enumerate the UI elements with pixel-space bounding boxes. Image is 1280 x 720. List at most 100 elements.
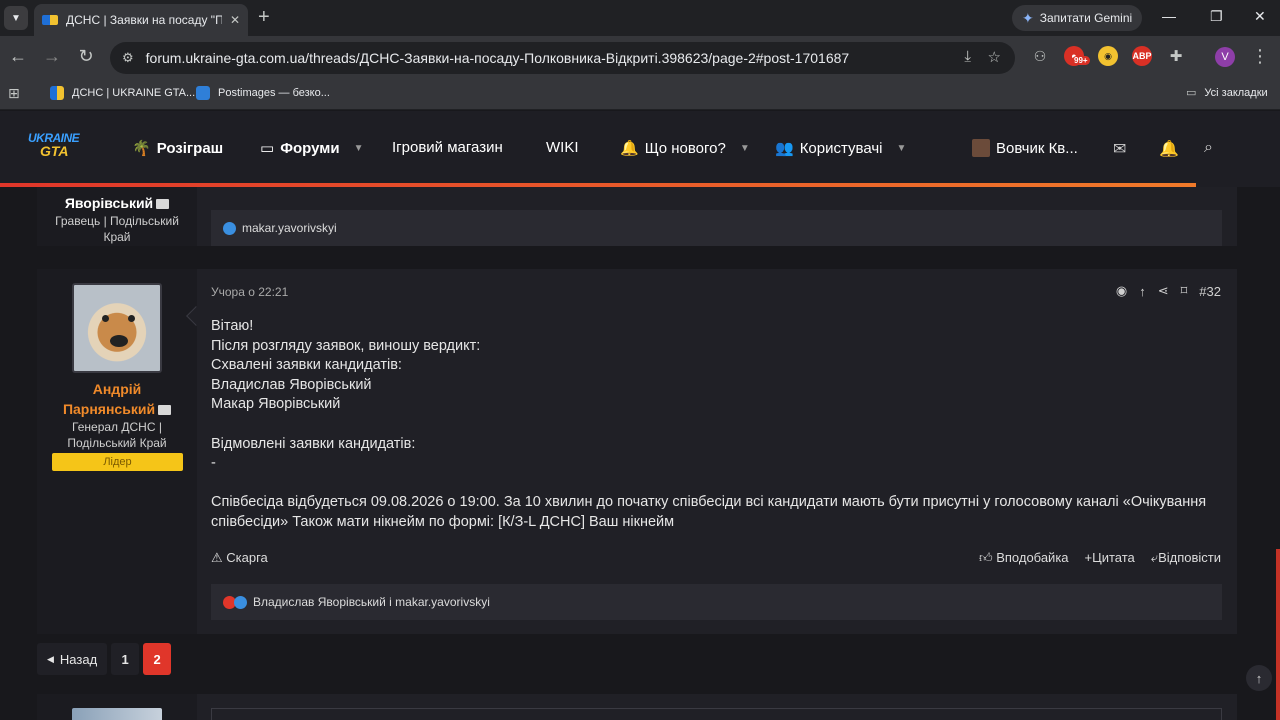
extensions-puzzle-icon[interactable]: ✚ <box>1166 46 1186 66</box>
chevron-down-icon[interactable]: ▼ <box>897 143 907 154</box>
install-app-icon[interactable]: ⤓ <box>964 48 971 65</box>
pagination-back-button[interactable]: ◀ Назад <box>37 643 108 675</box>
window-close-button[interactable]: ✕ <box>1254 8 1266 25</box>
ask-gemini-button[interactable]: ✦ Запитати Gemini <box>1012 5 1143 31</box>
warning-icon: ⚠ <box>211 550 223 565</box>
browser-tab-active[interactable]: ДСНС | Заявки на посаду "Полкон ✕ <box>34 4 248 36</box>
new-tab-button[interactable]: + <box>258 6 270 28</box>
plus-icon: + <box>1084 550 1093 565</box>
site-logo[interactable]: UKRAINE GTA <box>28 131 90 167</box>
post-line: Макар Яворівський <box>211 396 341 413</box>
back-label: Назад <box>59 651 98 667</box>
bookmark-label: Postimages — безко... <box>218 87 330 99</box>
username-link[interactable]: Яворівський <box>37 195 197 211</box>
post-number[interactable]: #32 <box>1199 284 1221 299</box>
thumbs-up-icon: 👍︎ <box>978 550 993 565</box>
inbox-icon[interactable]: ✉ <box>1113 139 1126 159</box>
nav-shop-label: Ігровий магазин <box>392 139 503 156</box>
reply-editor[interactable] <box>211 708 1222 720</box>
chat-bubble-icon: ▭ <box>260 140 275 157</box>
reactions-bar[interactable]: makar.yavorivskyi <box>211 210 1222 246</box>
minimize-button[interactable]: — <box>1162 8 1176 24</box>
report-button[interactable]: ⚠ Скарга <box>211 550 268 566</box>
post-line: Владислав Яворівський <box>211 376 372 393</box>
search-icon[interactable]: ⌕ <box>1204 139 1213 157</box>
quote-button[interactable]: +Цитата <box>1085 550 1135 566</box>
post-user-column: Андрій Парнянський Генерал ДСНС | Поділь… <box>37 269 197 634</box>
scroll-to-top-button[interactable]: ↑ <box>1246 665 1272 691</box>
close-icon[interactable]: ✕ <box>230 13 240 27</box>
author-last-name: Парнянський <box>62 401 156 417</box>
nav-users[interactable]: 👥 Користувачі ▼ <box>775 139 907 158</box>
post-line: Відмовлені заявки кандидатів: <box>211 435 416 452</box>
notification-badge: 99+ <box>1072 56 1090 65</box>
mail-icon <box>156 199 170 210</box>
bookmark-icon[interactable]: ⌑ <box>1181 283 1188 299</box>
site-info-icon[interactable]: ⚙ <box>122 50 134 66</box>
profile-avatar[interactable]: V <box>1215 47 1235 67</box>
gemini-icon: ✦ <box>1022 9 1034 26</box>
bookmark-star-icon[interactable]: ☆ <box>988 48 1001 66</box>
chevron-down-icon[interactable]: ▼ <box>354 143 364 154</box>
nav-wiki[interactable]: WIKI <box>546 139 579 156</box>
next-post <box>37 694 1237 720</box>
page-link-current[interactable]: 2 <box>143 643 172 675</box>
page-link[interactable]: 1 <box>111 643 140 675</box>
adblock-label: ABP <box>1132 51 1152 61</box>
nav-giveaway[interactable]: 🌴 Розіграш <box>132 139 223 158</box>
nav-shop[interactable]: Ігровий магазин <box>392 139 503 156</box>
account-menu[interactable]: Вовчик Кв... <box>972 139 1078 157</box>
reactions-text: Владислав Яворівський і makar.yavorivsky… <box>253 595 490 609</box>
bookmark-item[interactable]: Postimages — безко... <box>196 86 330 100</box>
avatar[interactable] <box>72 283 162 373</box>
quote-label: Цитата <box>1092 550 1135 565</box>
nav-users-label: Користувачі <box>799 139 883 157</box>
like-button[interactable]: 👍︎ Вподобайка <box>979 550 1069 566</box>
reply-button[interactable]: ⤶Відповісти <box>1151 550 1221 566</box>
folder-icon: ▭ <box>1186 87 1197 99</box>
reload-icon[interactable]: ↻ <box>74 46 98 67</box>
post-line <box>211 474 1231 494</box>
alerts-bell-icon[interactable]: 🔔 <box>1159 139 1179 159</box>
site-favicon-icon <box>42 15 58 25</box>
arrow-up-icon[interactable]: ↑ <box>1139 284 1146 299</box>
apps-grid-icon[interactable]: ⊞ <box>8 85 20 102</box>
logo-text-bottom: GTA <box>40 143 69 159</box>
post-timestamp[interactable]: Учора о 22:21 <box>211 285 288 299</box>
chevron-down-icon[interactable]: ▼ <box>740 143 750 154</box>
reactions-bar[interactable]: Владислав Яворівський і makar.yavorivsky… <box>211 584 1222 620</box>
tab-title: ДСНС | Заявки на посаду "Полкон <box>66 13 222 27</box>
next-post-user-column <box>37 694 197 720</box>
post-line: Схвалені заявки кандидатів: <box>211 357 402 374</box>
nav-forums-label: Форуми <box>280 139 340 157</box>
pagination: ◀ Назад 1 2 <box>37 643 172 675</box>
maximize-button[interactable]: ❐ <box>1210 8 1223 25</box>
avatar[interactable] <box>72 708 162 720</box>
share-icon[interactable]: ⋖ <box>1158 283 1169 299</box>
extension-icon[interactable]: ⚇ <box>1030 46 1050 66</box>
extension-icon[interactable]: ◉ <box>1098 46 1118 66</box>
previous-post: Яворівський Гравець | Подільський Край m… <box>37 187 1237 246</box>
bookmark-item[interactable]: ДСНС | UKRAINE GTA... <box>50 86 195 100</box>
url-text: forum.ukraine-gta.com.ua/threads/ДСНС-За… <box>145 50 850 66</box>
address-bar[interactable]: ⚙ forum.ukraine-gta.com.ua/threads/ДСНС-… <box>110 42 1015 74</box>
bookmark-label: ДСНС | UKRAINE GTA... <box>72 87 196 99</box>
tab-search-button[interactable]: ▼ <box>4 6 28 30</box>
author-last-name-row[interactable]: Парнянський <box>37 401 197 417</box>
post-tools: ◉ ↑ ⋖ ⌑ #32 <box>1116 283 1221 299</box>
browser-tab-bar: ▼ ДСНС | Заявки на посаду "Полкон ✕ + ✦ … <box>0 0 1280 36</box>
forward-arrow-icon[interactable]: → <box>40 46 64 67</box>
back-arrow-icon[interactable]: ← <box>6 46 30 67</box>
nav-forums[interactable]: ▭ Форуми ▼ <box>260 139 364 158</box>
extension-icon[interactable]: ●99+ <box>1064 46 1090 66</box>
chevron-circle-icon[interactable]: ◉ <box>1116 283 1127 299</box>
leader-badge: Лідер <box>52 453 183 471</box>
author-first-name[interactable]: Андрій <box>37 381 197 397</box>
adblock-plus-icon[interactable]: ABP <box>1132 46 1152 66</box>
bookmarks-bar: ⊞ ДСНС | UKRAINE GTA... Postimages — без… <box>0 80 1280 110</box>
account-username: Вовчик Кв... <box>996 139 1078 157</box>
scrollbar-thumb[interactable] <box>1276 549 1280 720</box>
all-bookmarks-button[interactable]: ▭ Усі закладки <box>1186 86 1268 100</box>
menu-kebab-icon[interactable]: ⋮ <box>1248 46 1272 67</box>
nav-whats-new[interactable]: 🔔 Що нового? ▼ <box>620 139 750 158</box>
